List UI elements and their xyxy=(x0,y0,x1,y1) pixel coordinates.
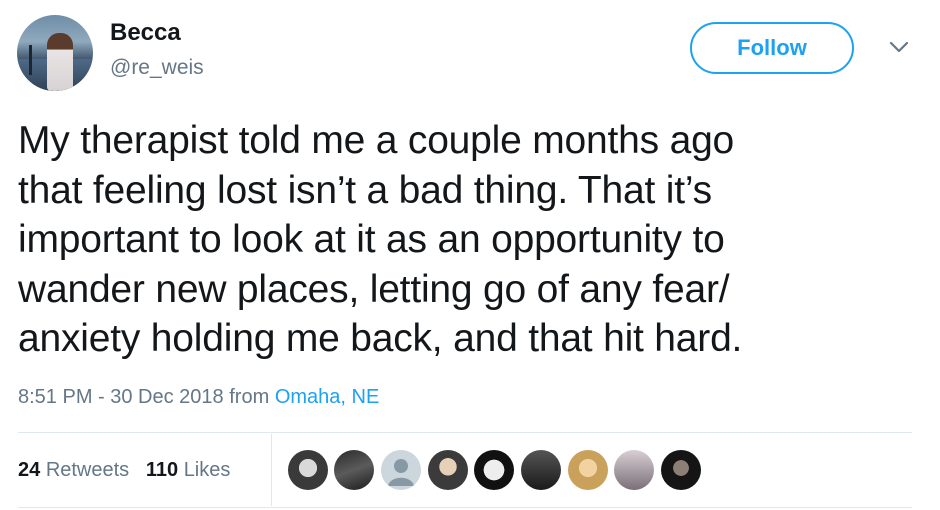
timestamp[interactable]: 8:51 PM - 30 Dec 2018 xyxy=(18,386,224,408)
tweet-text-line: My therapist told me a couple months ago xyxy=(18,119,735,162)
avatar-person xyxy=(47,33,73,91)
likes-label: Likes xyxy=(183,459,231,481)
retweets-stat[interactable]: 24 Retweets xyxy=(18,459,129,481)
display-name[interactable]: Becca xyxy=(110,19,181,47)
tweet-text: My therapist told me a couple months ago… xyxy=(18,116,918,364)
profile-avatar[interactable] xyxy=(17,15,93,91)
divider xyxy=(18,507,912,508)
liker-avatar-3[interactable] xyxy=(381,450,421,490)
retweets-count: 24 xyxy=(18,459,41,481)
from-label: from xyxy=(229,386,270,408)
follow-button[interactable]: Follow xyxy=(690,22,854,74)
tweet-text-line: that feeling lost isn’t a bad thing. Tha… xyxy=(18,168,712,212)
tweet-card: Becca @re_weis Follow My therapist told … xyxy=(0,0,940,510)
location-link[interactable]: Omaha, NE xyxy=(275,386,379,408)
liker-avatar-1[interactable] xyxy=(288,450,328,490)
default-user-icon xyxy=(388,459,414,486)
liker-avatar-7[interactable] xyxy=(568,450,608,490)
liker-avatar-6[interactable] xyxy=(521,450,561,490)
liker-avatar-5[interactable] xyxy=(474,450,514,490)
stats-separator xyxy=(271,434,272,506)
chevron-down-icon[interactable] xyxy=(889,40,909,54)
divider xyxy=(18,432,912,433)
retweets-label: Retweets xyxy=(45,459,130,481)
liker-avatar-9[interactable] xyxy=(661,450,701,490)
liker-avatar-8[interactable] xyxy=(614,450,654,490)
avatar-detail xyxy=(29,45,32,75)
likes-count: 110 xyxy=(145,459,179,481)
user-handle[interactable]: @re_weis xyxy=(110,56,204,80)
likes-stat[interactable]: 110 Likes xyxy=(146,459,231,481)
tweet-text-line: important to look at it as an opportunit… xyxy=(18,218,725,261)
liker-avatar-2[interactable] xyxy=(334,450,374,490)
liker-avatar-4[interactable] xyxy=(428,450,468,490)
tweet-stats: 24 Retweets 110 Likes xyxy=(18,459,230,482)
tweet-text-line: wander new places, letting go of any fea… xyxy=(18,267,730,311)
tweet-metadata: 8:51 PM - 30 Dec 2018 from Omaha, NE xyxy=(18,386,379,409)
tweet-text-line: anxiety holding me back, and that hit ha… xyxy=(18,317,743,360)
